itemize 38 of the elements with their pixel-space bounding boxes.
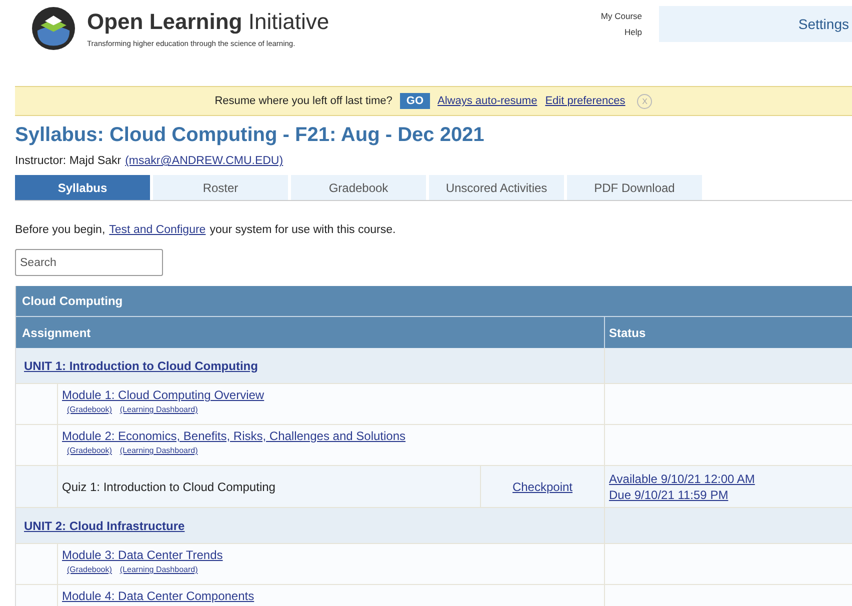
banner-link[interactable]: Always auto-resume xyxy=(438,95,538,107)
site-logo-text[interactable]: Open Learning Initiative xyxy=(87,9,330,35)
module-sublink[interactable]: (Learning Dashboard) xyxy=(120,446,198,455)
email-link[interactable]: (msakr@ANDREW.CMU.EDU) xyxy=(125,155,284,167)
module-sublink[interactable]: (Gradebook) xyxy=(67,446,112,455)
nav-link[interactable]: Help xyxy=(624,27,642,37)
unit-link[interactable]: UNIT 2: Cloud Infrastructure xyxy=(24,518,185,532)
search-field[interactable]: Search xyxy=(15,249,163,276)
tab[interactable]: Unscored Activities xyxy=(429,175,564,200)
go-button[interactable]: GO xyxy=(400,93,430,109)
module-sublink[interactable]: (Gradebook) xyxy=(67,565,112,574)
logo-icon xyxy=(32,7,75,50)
module-link[interactable]: Module 2: Economics, Benefits, Risks, Challenges and Solutions xyxy=(62,429,600,443)
tab[interactable]: PDF Download xyxy=(567,175,702,200)
nav-link[interactable]: My Course xyxy=(600,11,642,21)
activity-type-link[interactable]: Checkpoint xyxy=(512,480,573,494)
unit-link[interactable]: UNIT 1: Introduction to Cloud Computing xyxy=(24,358,258,372)
module-sublink[interactable]: (Gradebook) xyxy=(67,405,112,414)
banner-link[interactable]: Edit preferences xyxy=(545,95,626,107)
tab[interactable]: Gradebook xyxy=(291,175,426,200)
page-title: Syllabus: Cloud Computing - F21: Aug - Dec 2021 xyxy=(15,124,486,147)
activity-title: Quiz 1: Introduction to Cloud Computing xyxy=(62,480,276,494)
intro-text: Before you begin, xyxy=(15,224,106,236)
status-link[interactable]: Available 9/10/21 12:00 AM xyxy=(609,470,852,486)
configure-link[interactable]: Test and Configure xyxy=(109,224,206,236)
module-link[interactable]: Module 3: Data Center Trends xyxy=(62,548,600,562)
tab[interactable]: Roster xyxy=(153,175,288,200)
resume-prompt: Resume where you left off last time? xyxy=(214,95,392,107)
settings-button[interactable]: Settings xyxy=(659,6,852,42)
module-sublink[interactable]: (Learning Dashboard) xyxy=(120,405,198,414)
status-link[interactable]: Due 9/10/21 11:59 PM xyxy=(609,486,852,502)
table-caption: Cloud Computing xyxy=(16,286,852,317)
tab[interactable]: Syllabus xyxy=(15,175,150,200)
module-sublink[interactable]: (Learning Dashboard) xyxy=(120,565,198,574)
instructor-name: Instructor: Majd Sakr xyxy=(15,155,122,167)
module-link[interactable]: Module 1: Cloud Computing Overview xyxy=(62,388,600,402)
column-header: Status xyxy=(608,324,647,342)
intro-text: your system for use with this course. xyxy=(210,224,396,236)
